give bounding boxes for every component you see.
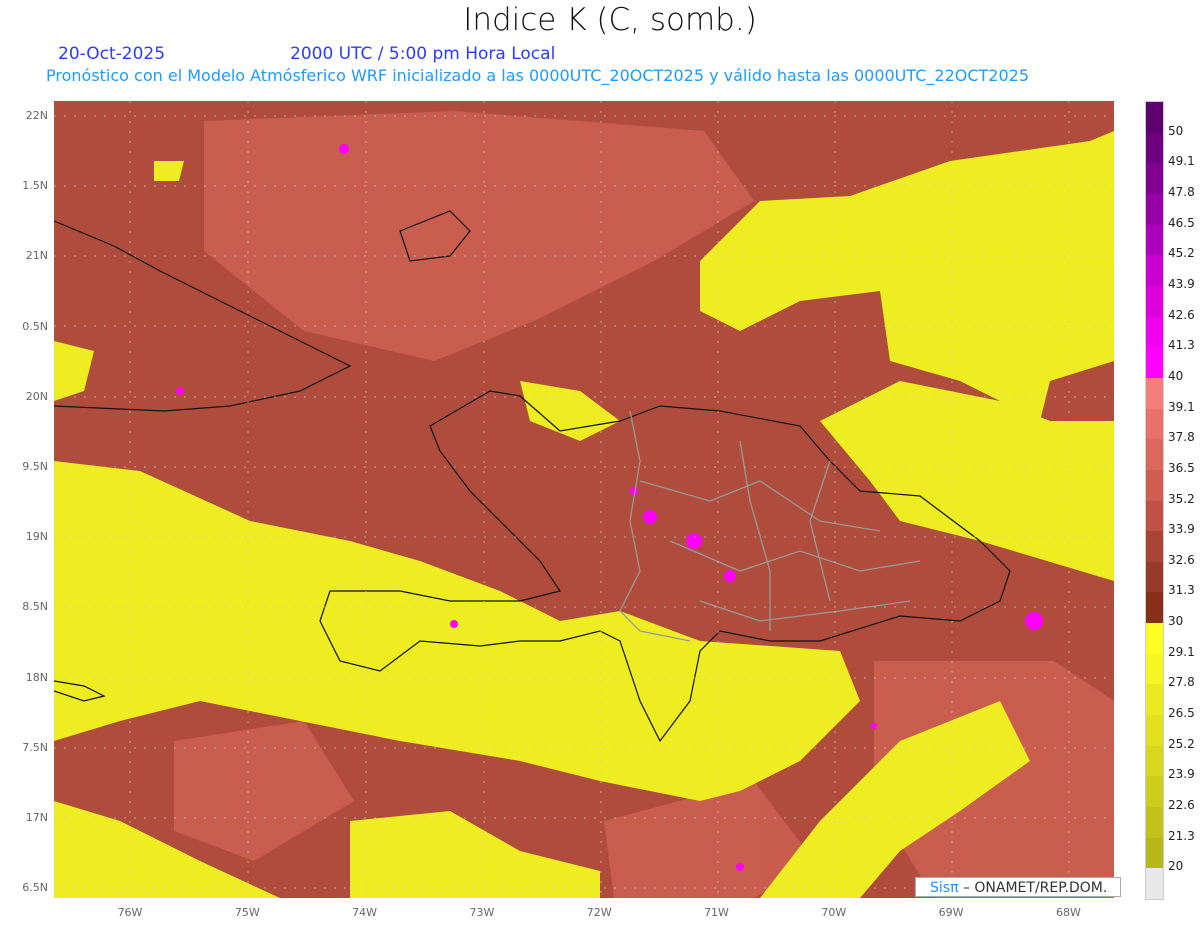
lon-label: 76W (117, 906, 143, 919)
colorbar-label: 27.8 (1168, 675, 1195, 690)
colorbar-segment (1146, 347, 1163, 379)
colorbar-label: 35.2 (1168, 491, 1195, 506)
map-title: Indice K (C, somb.) (463, 2, 757, 38)
colorbar (1145, 101, 1164, 900)
colorbar-label: 50 (1168, 123, 1184, 138)
lat-label: 22N (25, 109, 48, 122)
colorbar-label: 31.3 (1168, 583, 1195, 598)
lat-label: 17N (25, 811, 48, 824)
colorbar-segment (1146, 868, 1163, 900)
colorbar-label: 32.6 (1168, 552, 1195, 567)
colorbar-segment (1146, 653, 1163, 685)
lat-label: 6.5N (22, 881, 48, 895)
colorbar-segment (1146, 807, 1163, 839)
colorbar-label: 22.6 (1168, 798, 1195, 813)
colorbar-segment (1146, 469, 1163, 501)
colorbar-segment (1146, 163, 1163, 195)
colorbar-segment (1146, 255, 1163, 287)
colorbar-segment (1146, 285, 1163, 318)
colorbar-segment (1146, 102, 1163, 134)
colorbar-label: 25.2 (1168, 736, 1195, 751)
colorbar-label: 39.1 (1168, 399, 1195, 414)
lon-label: 70W (821, 906, 847, 919)
colorbar-segment (1146, 377, 1163, 410)
colorbar-segment (1146, 715, 1163, 747)
lon-label: 72W (586, 906, 612, 919)
lat-label: 9.5N (22, 460, 48, 473)
lon-label: 69W (938, 906, 964, 919)
colorbar-label: 40 (1168, 368, 1184, 383)
lat-label: 19N (25, 530, 48, 544)
forecast-time: 2000 UTC / 5:00 pm Hora Local (290, 44, 556, 64)
lon-label: 74W (352, 906, 378, 919)
credit-box: Sisπ – ONAMET/REP.DOM. (915, 877, 1121, 897)
colorbar-segment (1146, 561, 1163, 593)
colorbar-segment (1146, 745, 1163, 777)
lat-label: 7.5N (22, 740, 48, 754)
colorbar-segment (1146, 776, 1163, 808)
colorbar-segment (1146, 132, 1163, 164)
colorbar-label: 47.8 (1168, 184, 1195, 199)
colorbar-label: 37.8 (1168, 430, 1195, 445)
colorbar-label: 30 (1168, 614, 1184, 629)
colorbar-segment (1146, 623, 1163, 655)
credit-brand: Sisπ (930, 880, 959, 896)
colorbar-label: 45.2 (1168, 246, 1195, 261)
colorbar-label: 46.5 (1168, 215, 1195, 230)
credit-text: – ONAMET/REP.DOM. (958, 880, 1108, 896)
colorbar-segment (1146, 500, 1163, 532)
colorbar-segment (1146, 531, 1163, 563)
colorbar-label: 23.9 (1168, 767, 1195, 782)
colorbar-label: 36.5 (1168, 460, 1195, 475)
colorbar-label: 41.3 (1168, 338, 1195, 353)
forecast-date: 20-Oct-2025 (58, 44, 166, 64)
colorbar-segment (1146, 837, 1163, 869)
colorbar-label: 33.9 (1168, 522, 1195, 537)
colorbar-label: 20 (1168, 859, 1184, 874)
lon-label: 73W (469, 906, 495, 919)
model-subtitle: Pronóstico con el Modelo Atmósferico WRF… (46, 66, 1030, 85)
lon-label: 71W (704, 906, 729, 919)
lat-label: 20N (25, 389, 48, 403)
colorbar-label: 26.5 (1168, 706, 1195, 721)
colorbar-label: 43.9 (1168, 276, 1195, 291)
colorbar-segment (1146, 193, 1163, 226)
k-index-map (54, 101, 1114, 898)
lat-label: 8.5N (22, 600, 48, 614)
colorbar-segment (1146, 224, 1163, 256)
colorbar-label: 49.1 (1168, 154, 1195, 169)
colorbar-segment (1146, 316, 1163, 348)
lat-label: 1.5N (22, 179, 48, 193)
colorbar-label: 29.1 (1168, 644, 1195, 659)
colorbar-label: 42.6 (1168, 307, 1195, 322)
colorbar-segment (1146, 408, 1163, 440)
colorbar-label: 21.3 (1168, 828, 1195, 843)
lon-label: 75W (234, 906, 260, 919)
lat-label: 21N (25, 249, 48, 263)
colorbar-segment (1146, 684, 1163, 716)
lat-label: 18N (25, 670, 48, 684)
colorbar-segment (1146, 592, 1163, 624)
lat-label: 0.5N (22, 319, 48, 333)
lon-label: 68W (1055, 906, 1081, 919)
colorbar-segment (1146, 439, 1163, 471)
